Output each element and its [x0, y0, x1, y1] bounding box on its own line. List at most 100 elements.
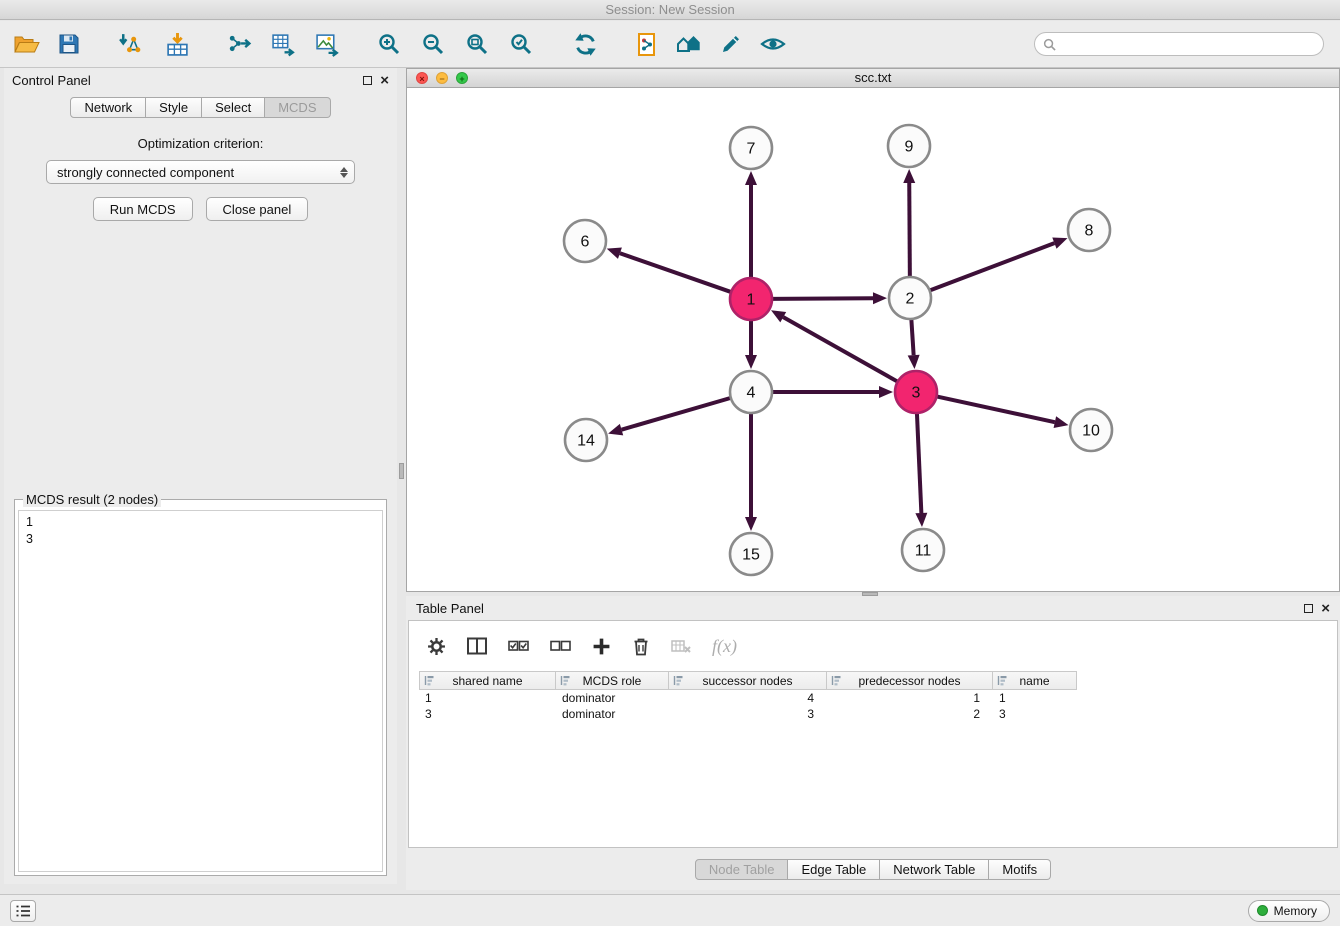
- vertical-splitter-handle[interactable]: [399, 463, 404, 479]
- sort-icon[interactable]: [560, 675, 571, 690]
- column-header-predecessor_nodes[interactable]: predecessor nodes: [827, 671, 993, 690]
- list-icon: [15, 904, 31, 918]
- graph-node-label: 11: [915, 543, 932, 560]
- control-panel: Control Panel × NetworkStyleSelectMCDS O…: [4, 68, 397, 884]
- graph-edge-arrowhead: [1054, 416, 1069, 428]
- open-session-icon[interactable]: [10, 25, 44, 63]
- table-tabbar: Node TableEdge TableNetwork TableMotifs: [406, 848, 1340, 890]
- close-table-panel-icon[interactable]: ×: [1321, 604, 1330, 613]
- zoom-selected-icon[interactable]: [504, 25, 538, 63]
- import-network-icon[interactable]: [112, 25, 146, 63]
- optimization-criterion-label: Optimization criterion:: [4, 136, 397, 151]
- network-document-icon[interactable]: [630, 25, 664, 63]
- column-header-successor_nodes[interactable]: successor nodes: [669, 671, 827, 690]
- graph-edge-arrowhead: [608, 424, 623, 436]
- float-table-panel-icon[interactable]: [1304, 604, 1313, 613]
- table-toolbar: f(x): [409, 621, 1337, 671]
- graph-edge-2-8[interactable]: [930, 243, 1055, 290]
- export-image-icon[interactable]: [310, 25, 344, 63]
- show-column-panel-icon[interactable]: [467, 637, 487, 655]
- delete-column-trash-icon[interactable]: [632, 637, 650, 656]
- run-mcds-button[interactable]: Run MCDS: [93, 197, 193, 221]
- table-cell-predecessor_nodes: 2: [827, 706, 993, 722]
- export-table-icon[interactable]: [266, 25, 300, 63]
- eye-icon[interactable]: [756, 25, 790, 63]
- optimization-select[interactable]: strongly connected component: [46, 160, 355, 184]
- graph-edge-4-14[interactable]: [622, 398, 731, 430]
- float-panel-icon[interactable]: [363, 76, 372, 85]
- graph-edge-2-9[interactable]: [909, 183, 910, 277]
- sort-icon[interactable]: [831, 675, 842, 690]
- graph-edge-arrowhead: [1052, 238, 1067, 249]
- close-panel-button[interactable]: Close panel: [206, 197, 309, 221]
- mcds-result-list[interactable]: 13: [18, 510, 383, 872]
- tab-network[interactable]: Network: [70, 97, 146, 118]
- tab-mcds[interactable]: MCDS: [265, 97, 330, 118]
- minimize-window-icon[interactable]: −: [436, 72, 448, 84]
- graph-edge-arrowhead: [607, 248, 622, 259]
- unselect-all-columns-icon[interactable]: [550, 638, 571, 654]
- close-panel-icon[interactable]: ×: [380, 76, 389, 85]
- apply-style-icon[interactable]: [714, 25, 748, 63]
- memory-button[interactable]: Memory: [1248, 900, 1330, 922]
- function-builder-icon: f(x): [712, 636, 737, 657]
- import-table-icon[interactable]: [160, 25, 194, 63]
- tab-network-table[interactable]: Network Table: [880, 859, 989, 880]
- tab-style[interactable]: Style: [146, 97, 202, 118]
- window-title: Session: New Session: [605, 2, 734, 17]
- network-canvas[interactable]: 7968124314101511: [407, 88, 1339, 591]
- zoom-fit-icon[interactable]: [460, 25, 494, 63]
- task-history-button[interactable]: [10, 900, 36, 922]
- search-box[interactable]: [1034, 32, 1324, 56]
- select-all-columns-icon[interactable]: [508, 638, 529, 654]
- graph-node-label: 10: [1082, 423, 1100, 440]
- tab-node-table[interactable]: Node Table: [695, 859, 789, 880]
- maximize-window-icon[interactable]: +: [456, 72, 468, 84]
- tab-edge-table[interactable]: Edge Table: [788, 859, 880, 880]
- zoom-in-icon[interactable]: [372, 25, 406, 63]
- save-session-icon[interactable]: [52, 25, 86, 63]
- column-header-name[interactable]: name: [993, 671, 1077, 690]
- column-header-mcds_role[interactable]: MCDS role: [556, 671, 669, 690]
- search-input[interactable]: [1061, 37, 1315, 52]
- zoom-out-icon[interactable]: [416, 25, 450, 63]
- graph-edge-arrowhead: [745, 355, 757, 369]
- graph-node-label: 14: [577, 433, 595, 450]
- tab-motifs[interactable]: Motifs: [989, 859, 1051, 880]
- graph-edge-arrowhead: [879, 386, 893, 398]
- table-settings-gear-icon[interactable]: [427, 637, 446, 656]
- graph-edge-2-3[interactable]: [911, 319, 913, 355]
- export-network-icon[interactable]: [222, 25, 256, 63]
- column-header-shared_name[interactable]: shared name: [419, 671, 556, 690]
- graph-edge-3-1[interactable]: [783, 317, 897, 382]
- graph-node-label: 7: [747, 141, 756, 158]
- graph-node-label: 6: [581, 234, 590, 251]
- refresh-icon[interactable]: [568, 25, 602, 63]
- graph-node-label: 3: [912, 385, 921, 402]
- tab-select[interactable]: Select: [202, 97, 265, 118]
- close-window-icon[interactable]: ×: [416, 72, 428, 84]
- sort-icon[interactable]: [997, 675, 1008, 690]
- table-row[interactable]: 1dominator411: [419, 690, 1337, 706]
- table-cell-shared_name: 3: [419, 706, 556, 722]
- table-panel-title: Table Panel: [416, 601, 1304, 616]
- graph-edge-arrowhead: [745, 171, 757, 185]
- table-panel: Table Panel ×: [406, 596, 1340, 890]
- column-header-label: name: [1019, 674, 1049, 688]
- create-column-plus-icon[interactable]: [592, 637, 611, 656]
- mcds-result-title: MCDS result (2 nodes): [23, 492, 161, 507]
- show-all-networks-icon[interactable]: [672, 25, 706, 63]
- graph-edge-3-11[interactable]: [917, 413, 921, 513]
- mcds-result-groupbox: MCDS result (2 nodes) 13: [14, 492, 387, 876]
- sort-icon[interactable]: [424, 675, 435, 690]
- table-row[interactable]: 3dominator323: [419, 706, 1337, 722]
- graph-node-label: 4: [747, 385, 756, 402]
- graph-edge-3-10[interactable]: [937, 396, 1055, 422]
- graph-edge-1-2[interactable]: [772, 298, 873, 299]
- select-arrows-icon: [340, 167, 350, 178]
- graph-node-label: 1: [747, 292, 756, 309]
- sort-icon[interactable]: [673, 675, 684, 690]
- graph-edge-1-6[interactable]: [620, 253, 731, 292]
- status-bar: Memory: [0, 894, 1340, 926]
- graph-node-label: 9: [905, 139, 914, 156]
